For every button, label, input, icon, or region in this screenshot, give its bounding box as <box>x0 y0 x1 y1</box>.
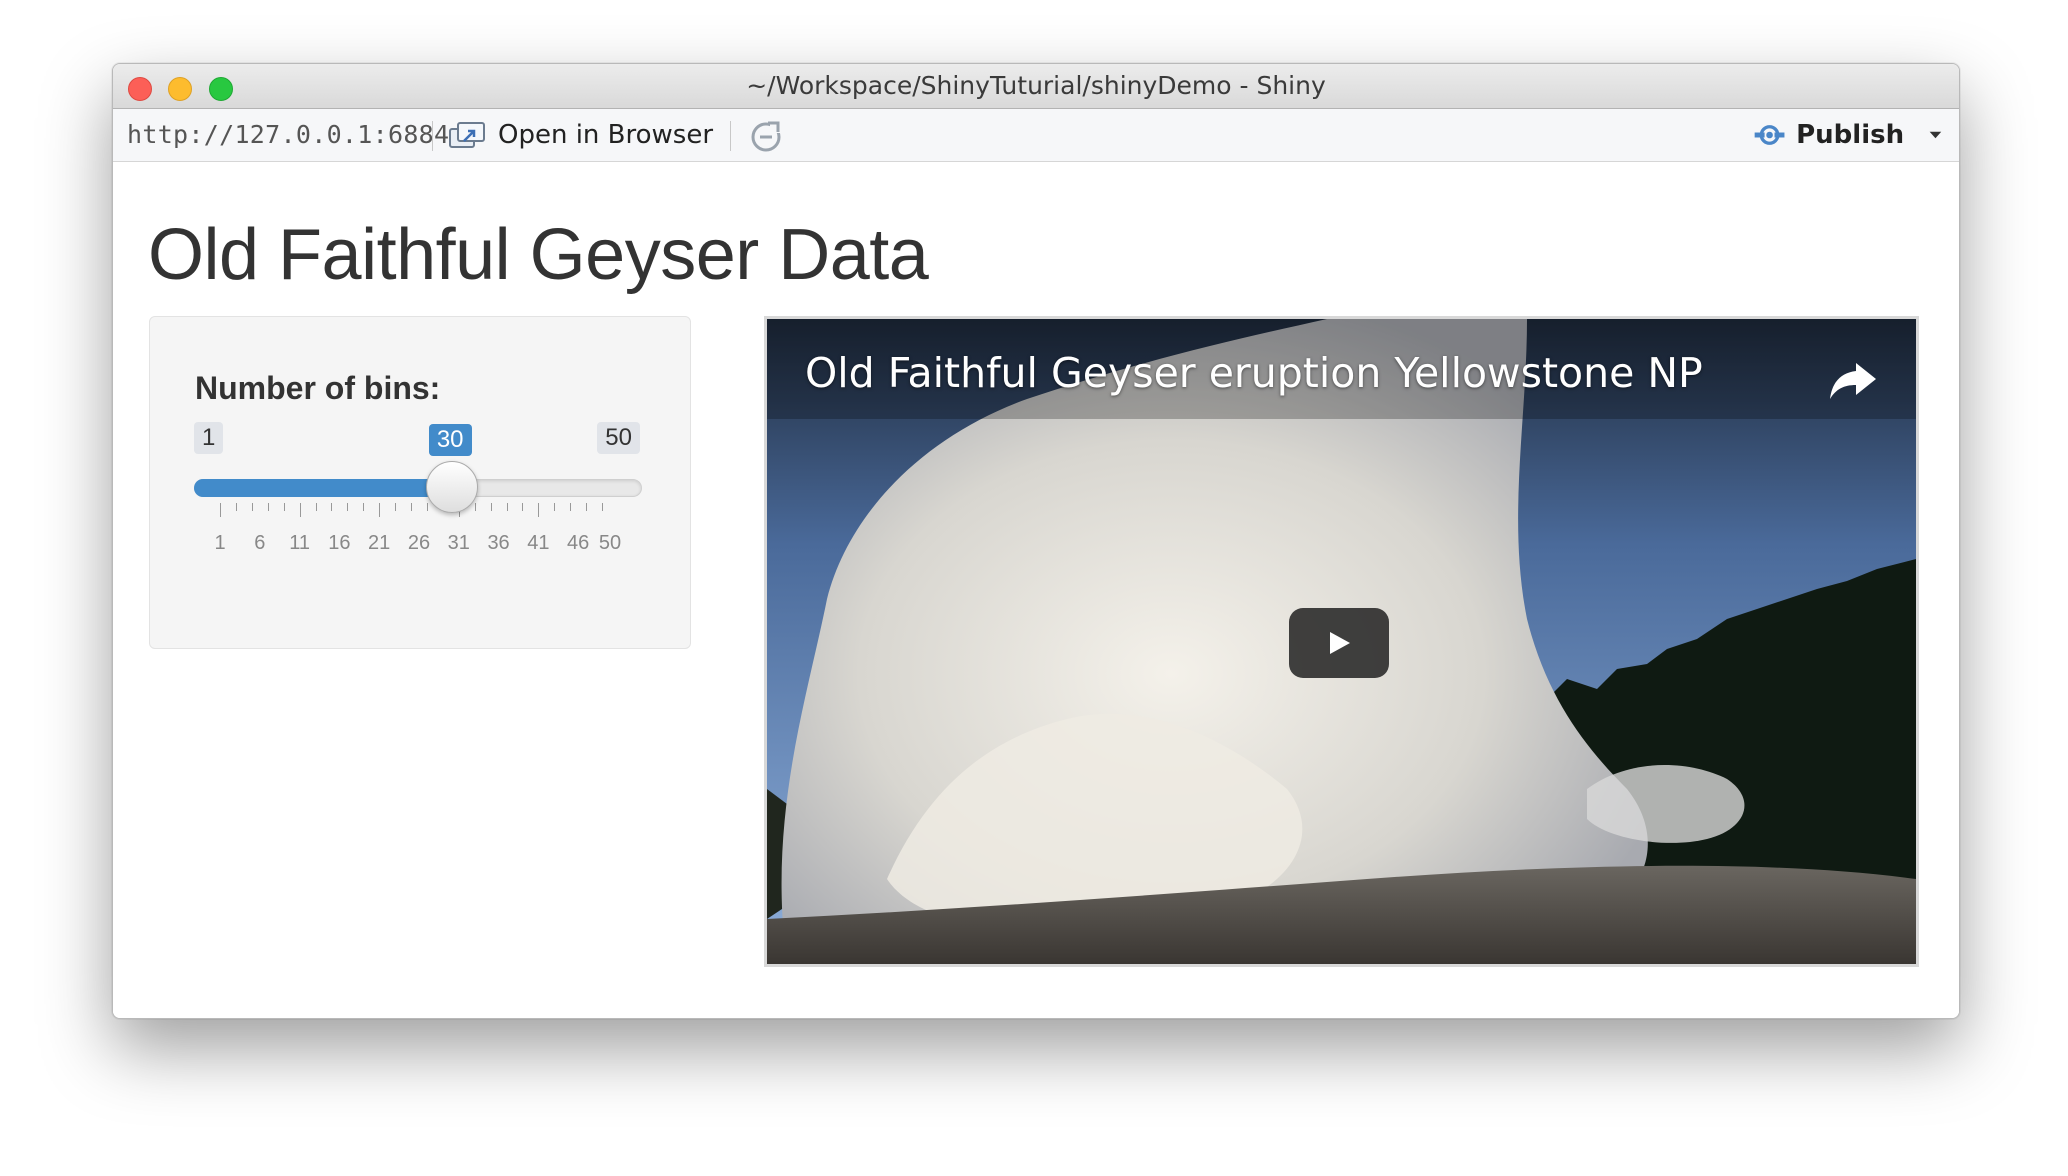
slider-tick-label: 50 <box>598 532 622 554</box>
slider-tick <box>506 503 508 511</box>
slider-tick-label: 1 <box>214 532 226 554</box>
publish-label: Publish <box>1796 120 1905 150</box>
slider-tick <box>586 503 588 511</box>
slider-tick <box>363 503 365 511</box>
slider-tick <box>267 503 269 511</box>
slider-tick-label: 16 <box>328 532 351 554</box>
app-content: Old Faithful Geyser Data Number of bins:… <box>113 162 1959 1018</box>
refresh-button[interactable] <box>746 117 786 155</box>
slider-tick-label: 6 <box>254 532 266 554</box>
slider-tick <box>379 503 381 517</box>
play-button[interactable] <box>1289 608 1389 678</box>
slider-tick <box>235 503 237 511</box>
title-bar[interactable]: ~/Workspace/ShinyTuturial/shinyDemo - Sh… <box>113 64 1959 109</box>
publish-button[interactable]: Publish <box>1753 115 1943 155</box>
play-icon <box>1330 632 1350 654</box>
slider-min-badge: 1 <box>194 422 224 454</box>
slider-tick <box>602 503 604 511</box>
slider-tick <box>474 503 476 511</box>
toolbar-separator <box>730 121 731 151</box>
slider-tick <box>490 503 492 511</box>
bins-slider[interactable]: 1 50 30 1 6 11 16 21 26 31 36 41 46 50 <box>194 422 644 554</box>
toolbar-separator <box>432 121 433 151</box>
slider-tick <box>538 503 540 517</box>
app-window: ~/Workspace/ShinyTuturial/shinyDemo - Sh… <box>112 63 1960 1019</box>
window-title: ~/Workspace/ShinyTuturial/shinyDemo - Sh… <box>746 71 1326 100</box>
slider-max-badge: 50 <box>597 422 640 454</box>
page-title: Old Faithful Geyser Data <box>148 215 929 295</box>
slider-tick <box>347 503 349 511</box>
bins-slider-label: Number of bins: <box>195 370 441 406</box>
slider-tick-label: 21 <box>368 532 391 554</box>
slider-tick <box>331 503 333 511</box>
slider-tick-label: 31 <box>447 532 470 554</box>
slider-tick <box>554 503 556 511</box>
slider-tick <box>220 503 221 517</box>
slider-tick <box>283 503 285 511</box>
viewer-toolbar: http://127.0.0.1:6884 Open in Browser Pu… <box>113 109 1959 162</box>
slider-tick-label: 41 <box>527 532 550 554</box>
slider-handle[interactable] <box>425 461 478 513</box>
slider-tick <box>570 503 572 511</box>
slider-value-badge: 30 <box>428 424 472 456</box>
open-in-browser-label: Open in Browser <box>498 120 714 150</box>
open-in-browser-icon <box>449 122 485 148</box>
publish-icon <box>1754 125 1785 145</box>
slider-tick <box>315 503 317 511</box>
sidebar-panel: Number of bins: 1 50 30 1 6 11 16 21 26 31 36 41… <box>149 316 691 649</box>
chevron-down-icon[interactable] <box>1928 129 1943 141</box>
video-player[interactable]: Old Faithful Geyser eruption Yellowstone… <box>764 316 1919 967</box>
slider-tick <box>522 503 524 511</box>
slider-fill <box>194 479 451 497</box>
slider-tick <box>251 503 253 511</box>
slider-tick-label: 26 <box>407 532 431 554</box>
slider-tick <box>395 503 397 511</box>
refresh-icon <box>751 119 784 152</box>
video-title: Old Faithful Geyser eruption Yellowstone… <box>805 349 1703 397</box>
slider-tick <box>426 503 428 511</box>
slider-tick <box>411 503 413 511</box>
url-text: http://127.0.0.1:6884 <box>127 120 450 149</box>
slider-tick-label: 36 <box>487 532 510 554</box>
share-icon[interactable] <box>1826 357 1882 405</box>
slider-ticks <box>194 503 644 523</box>
slider-tick <box>299 503 301 517</box>
open-in-browser-button[interactable]: Open in Browser <box>448 115 728 155</box>
slider-tick-label: 11 <box>289 532 310 554</box>
